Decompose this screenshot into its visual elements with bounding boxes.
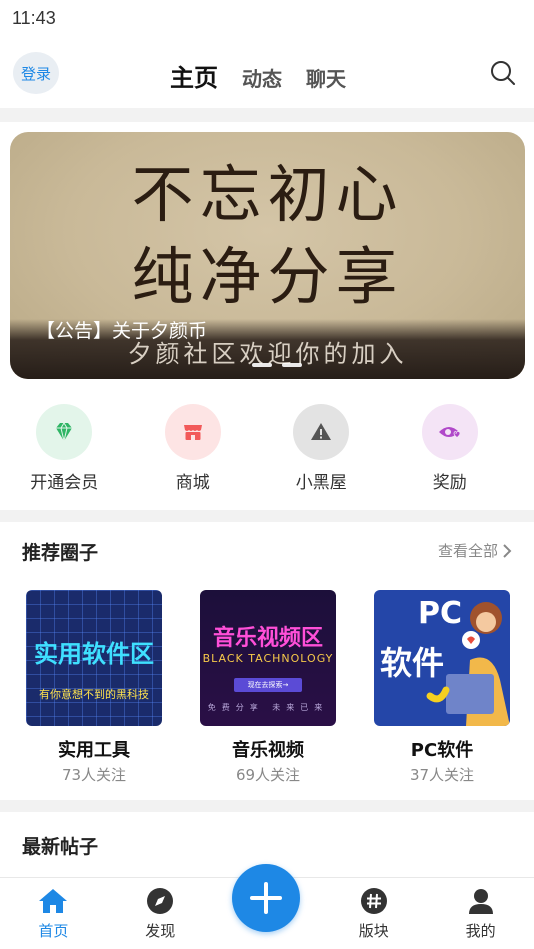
plus-icon: [250, 882, 282, 914]
home-top-card: 不忘初心 纯净分享 夕颜社区欢迎你的加入 【公告】关于夕颜币 开通会员 商城 小: [0, 122, 534, 510]
shortcut-label: 开通会员: [30, 473, 99, 493]
nav-item-me[interactable]: 我的: [427, 878, 534, 949]
banner-dot[interactable]: [252, 363, 272, 367]
shortcut-grid: 开通会员 商城 小黑屋 奖励: [0, 404, 534, 494]
shortcut-label: 小黑屋: [295, 473, 347, 493]
banner-line1: 不忘初心: [131, 158, 404, 231]
diamond-icon: [36, 404, 93, 460]
nav-item-discover[interactable]: 发现: [107, 878, 214, 949]
banner-caption: 【公告】关于夕颜币: [36, 320, 208, 342]
shortcut-vip[interactable]: 开通会员: [0, 404, 129, 494]
tab-home[interactable]: 主页: [170, 58, 218, 93]
top-header: 登录 主页 动态 聊天: [0, 40, 534, 108]
new-post-button[interactable]: [232, 864, 300, 932]
status-time: 11:43: [12, 8, 56, 28]
nav-label: 版块: [358, 922, 389, 940]
search-icon[interactable]: [490, 60, 516, 86]
view-all-label: 查看全部: [437, 542, 498, 560]
status-bar: 11:43: [0, 0, 534, 40]
tab-chat[interactable]: 聊天: [306, 63, 346, 92]
shortcut-label: 奖励: [432, 473, 467, 493]
hash-icon: [359, 886, 389, 916]
banner-dot[interactable]: [282, 363, 302, 367]
banner-carousel[interactable]: 不忘初心 纯净分享 夕颜社区欢迎你的加入 【公告】关于夕颜币: [10, 132, 525, 379]
thumb-subtitle: 有你意想不到的黑科技: [39, 688, 149, 701]
circle-name: 音乐视频: [232, 740, 304, 761]
thumb-button: 现在去探索→: [234, 678, 302, 692]
warning-icon: [293, 404, 350, 460]
shortcut-reward[interactable]: 奖励: [386, 404, 515, 494]
circle-card-music[interactable]: 音乐视频区 BLACK TACHNOLOGY 现在去探索→ 免费分享 未来已来 …: [200, 590, 336, 785]
store-icon: [164, 404, 221, 460]
user-icon: [466, 886, 496, 916]
circle-thumbnail: 实用软件区 有你意想不到的黑科技: [26, 590, 162, 726]
thumb-title: 音乐视频区: [212, 626, 323, 651]
monkey-illustration: [426, 602, 510, 726]
recommended-circles: 推荐圈子 查看全部 实用软件区 有你意想不到的黑科技 实用工具 73人关注 音乐…: [0, 522, 534, 800]
circle-followers: 69人关注: [235, 766, 301, 784]
thumb-title: 实用软件区: [34, 640, 154, 668]
thumb-subtitle: BLACK TACHNOLOGY: [202, 652, 334, 665]
view-all-link[interactable]: 查看全部: [438, 540, 512, 561]
section-title: 最新帖子: [22, 836, 99, 858]
eye-heart-icon: [421, 404, 478, 460]
divider: [0, 108, 534, 122]
nav-label: 我的: [465, 922, 496, 940]
home-icon: [38, 886, 68, 916]
nav-item-boards[interactable]: 版块: [320, 878, 427, 949]
top-tabs: 主页 动态 聊天: [170, 58, 346, 93]
nav-label: 发现: [145, 922, 176, 940]
circle-followers: 73人关注: [61, 766, 127, 784]
banner-line2: 纯净分享: [131, 240, 404, 313]
divider: [0, 800, 534, 812]
circle-thumbnail: PC 软件: [374, 590, 510, 726]
banner-pagination: [252, 363, 302, 367]
chevron-right-icon: [503, 543, 512, 558]
compass-icon: [145, 886, 175, 916]
circle-card-tools[interactable]: 实用软件区 有你意想不到的黑科技 实用工具 73人关注: [26, 590, 162, 785]
login-button[interactable]: 登录: [13, 52, 59, 94]
tab-dynamic[interactable]: 动态: [242, 63, 282, 92]
shortcut-label: 商城: [175, 473, 210, 493]
circle-card-pc[interactable]: PC 软件 PC软件 37人关注: [374, 590, 510, 785]
circle-followers: 37人关注: [409, 766, 475, 784]
nav-item-home[interactable]: 首页: [0, 878, 107, 949]
divider: [0, 510, 534, 522]
thumb-footer: 免费分享 未来已来: [207, 703, 329, 712]
shortcut-blackroom[interactable]: 小黑屋: [257, 404, 386, 494]
nav-label: 首页: [38, 922, 69, 940]
section-title: 推荐圈子: [22, 542, 99, 564]
circle-name: 实用工具: [58, 740, 130, 761]
circle-name: PC软件: [410, 740, 474, 761]
shortcut-store[interactable]: 商城: [129, 404, 258, 494]
circle-thumbnail: 音乐视频区 BLACK TACHNOLOGY 现在去探索→ 免费分享 未来已来: [200, 590, 336, 726]
